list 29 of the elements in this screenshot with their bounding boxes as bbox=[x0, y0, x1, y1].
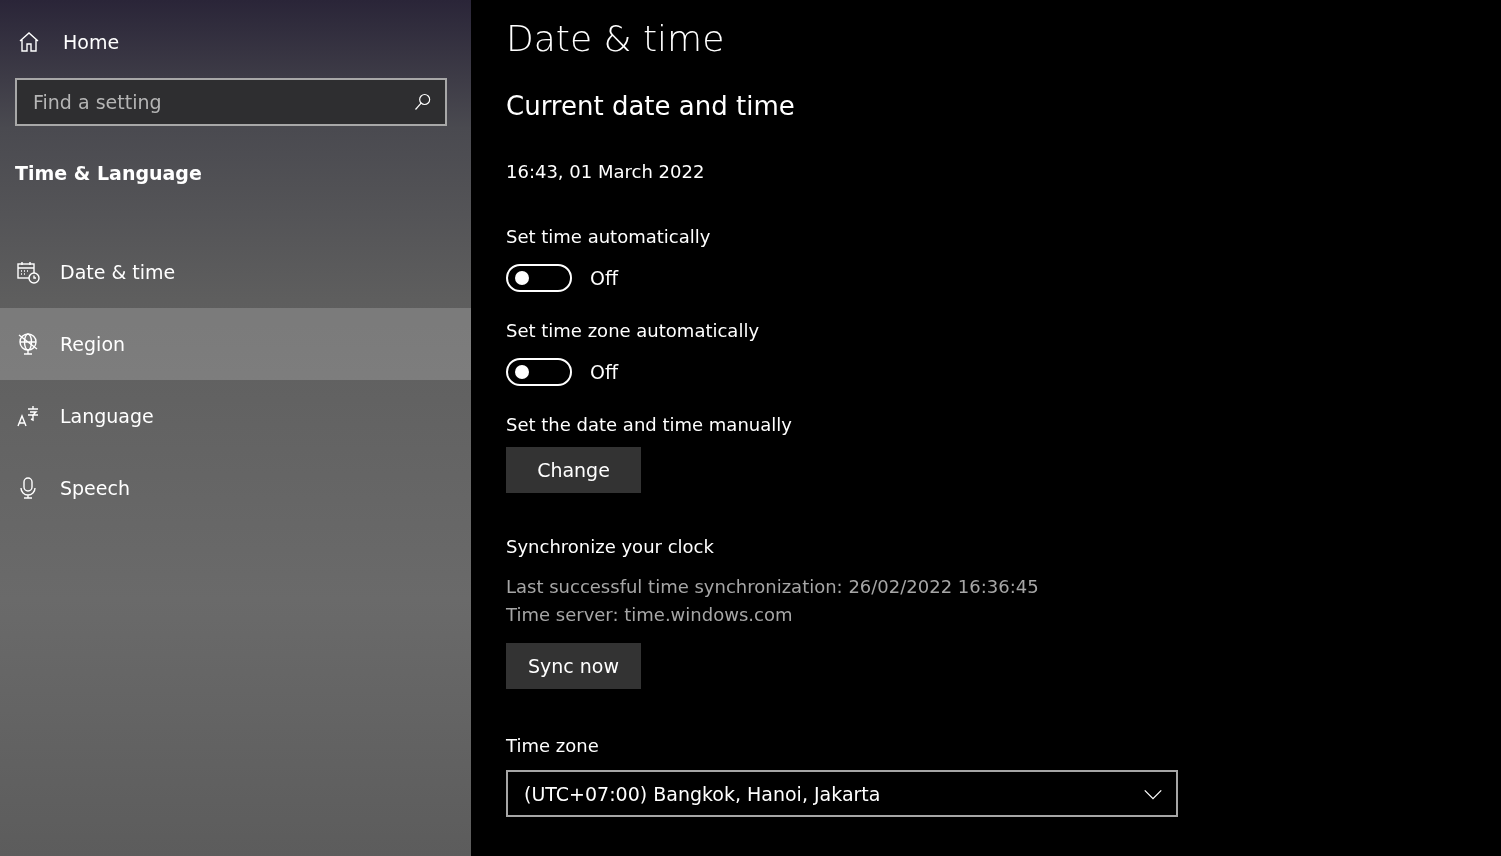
home-icon bbox=[17, 30, 41, 54]
toggle-switch[interactable] bbox=[506, 264, 572, 292]
nav-item[interactable]: Language bbox=[0, 380, 471, 452]
sync-now-button[interactable]: Sync now bbox=[506, 643, 641, 689]
nav-item[interactable]: Region bbox=[0, 308, 471, 380]
time-server-text: Time server: time.windows.com bbox=[506, 603, 793, 627]
globe-icon bbox=[16, 332, 40, 356]
toggle-state: Off bbox=[590, 267, 619, 289]
section-label: Synchronize your clock bbox=[506, 536, 714, 557]
setting-label: Time zone bbox=[506, 735, 599, 756]
nav-item[interactable]: Date & time bbox=[0, 236, 471, 308]
language-icon bbox=[16, 404, 40, 428]
toggle-state: Off bbox=[590, 361, 619, 383]
nav-item[interactable]: Speech bbox=[0, 452, 471, 524]
current-date-time: 16:43, 01 March 2022 bbox=[506, 161, 705, 182]
home-link[interactable]: Home bbox=[0, 0, 471, 57]
setting-label: Set time zone automatically bbox=[506, 320, 760, 341]
search-icon bbox=[413, 92, 433, 112]
time-zone-dropdown[interactable]: (UTC+07:00) Bangkok, Hanoi, Jakarta bbox=[506, 770, 1178, 817]
sync-status-text: Last successful time synchronization: 26/02/2022 16:36:45 bbox=[506, 575, 1039, 599]
section-title: Time & Language bbox=[15, 162, 203, 184]
toggle-switch[interactable] bbox=[506, 358, 572, 386]
setting-label: Set the date and time manually bbox=[506, 414, 792, 435]
section-heading: Current date and time bbox=[506, 91, 795, 121]
search-field[interactable]: Find a setting bbox=[15, 78, 447, 126]
calendar-clock-icon bbox=[16, 260, 40, 284]
page-title: Date & time bbox=[506, 18, 725, 59]
change-button[interactable]: Change bbox=[506, 447, 641, 493]
setting-label: Set time automatically bbox=[506, 226, 712, 247]
